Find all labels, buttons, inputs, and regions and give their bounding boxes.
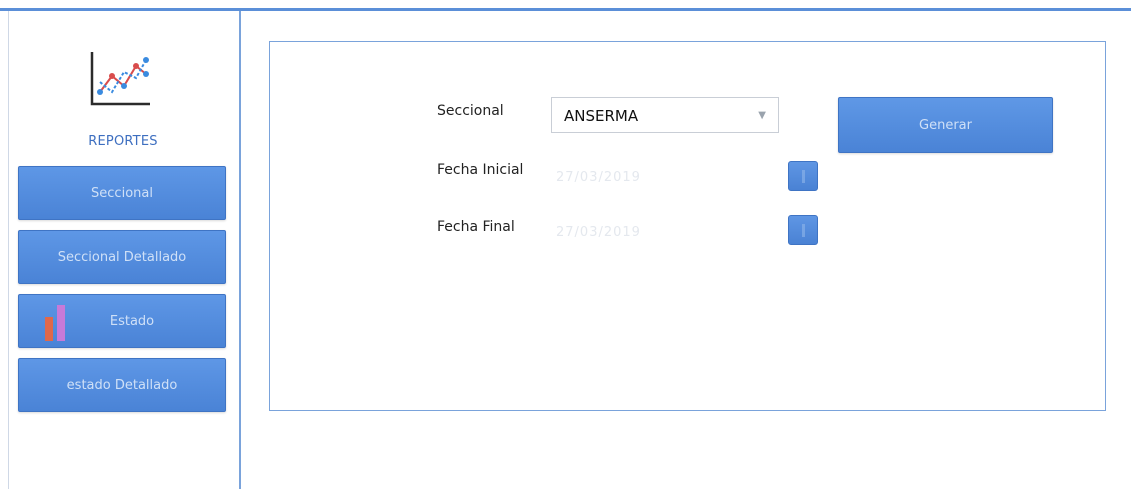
sidebar-title: REPORTES <box>88 134 158 149</box>
fecha-inicial-label: Fecha Inicial <box>437 162 524 178</box>
generar-button[interactable]: Generar <box>838 97 1053 153</box>
window-top-border <box>0 8 1131 11</box>
sidebar-item-seccional[interactable]: Seccional <box>18 166 226 220</box>
fecha-final-input[interactable]: 27/03/2019 <box>556 225 641 240</box>
fecha-inicial-calendar-button[interactable] <box>788 161 818 191</box>
sidebar-item-label: Estado <box>109 313 155 329</box>
line-chart-icon <box>90 52 150 106</box>
fecha-final-label: Fecha Final <box>437 219 515 235</box>
sidebar-item-label: Seccional <box>91 185 153 201</box>
seccional-label: Seccional <box>437 103 504 119</box>
sidebar-item-estado-detallado[interactable]: estado Detallado <box>18 358 226 412</box>
sidebar-item-label: estado Detallado <box>66 377 178 393</box>
sidebar-item-seccional-detallado[interactable]: Seccional Detallado <box>18 230 226 284</box>
fecha-final-calendar-button[interactable] <box>788 215 818 245</box>
fecha-inicial-input[interactable]: 27/03/2019 <box>556 170 641 185</box>
chevron-down-icon: ▼ <box>758 110 766 121</box>
calendar-icon <box>802 224 805 237</box>
seccional-select[interactable]: ANSERMA ▼ <box>551 97 779 133</box>
sidebar-item-estado[interactable]: Estado <box>18 294 226 348</box>
calendar-icon <box>802 170 805 183</box>
bar-chart-icon <box>45 305 65 341</box>
sidebar-item-label: Seccional Detallado <box>57 249 187 265</box>
generar-button-label: Generar <box>919 117 972 133</box>
sidebar-divider <box>239 11 241 489</box>
window-left-border <box>8 11 9 489</box>
seccional-select-value: ANSERMA <box>564 107 639 125</box>
